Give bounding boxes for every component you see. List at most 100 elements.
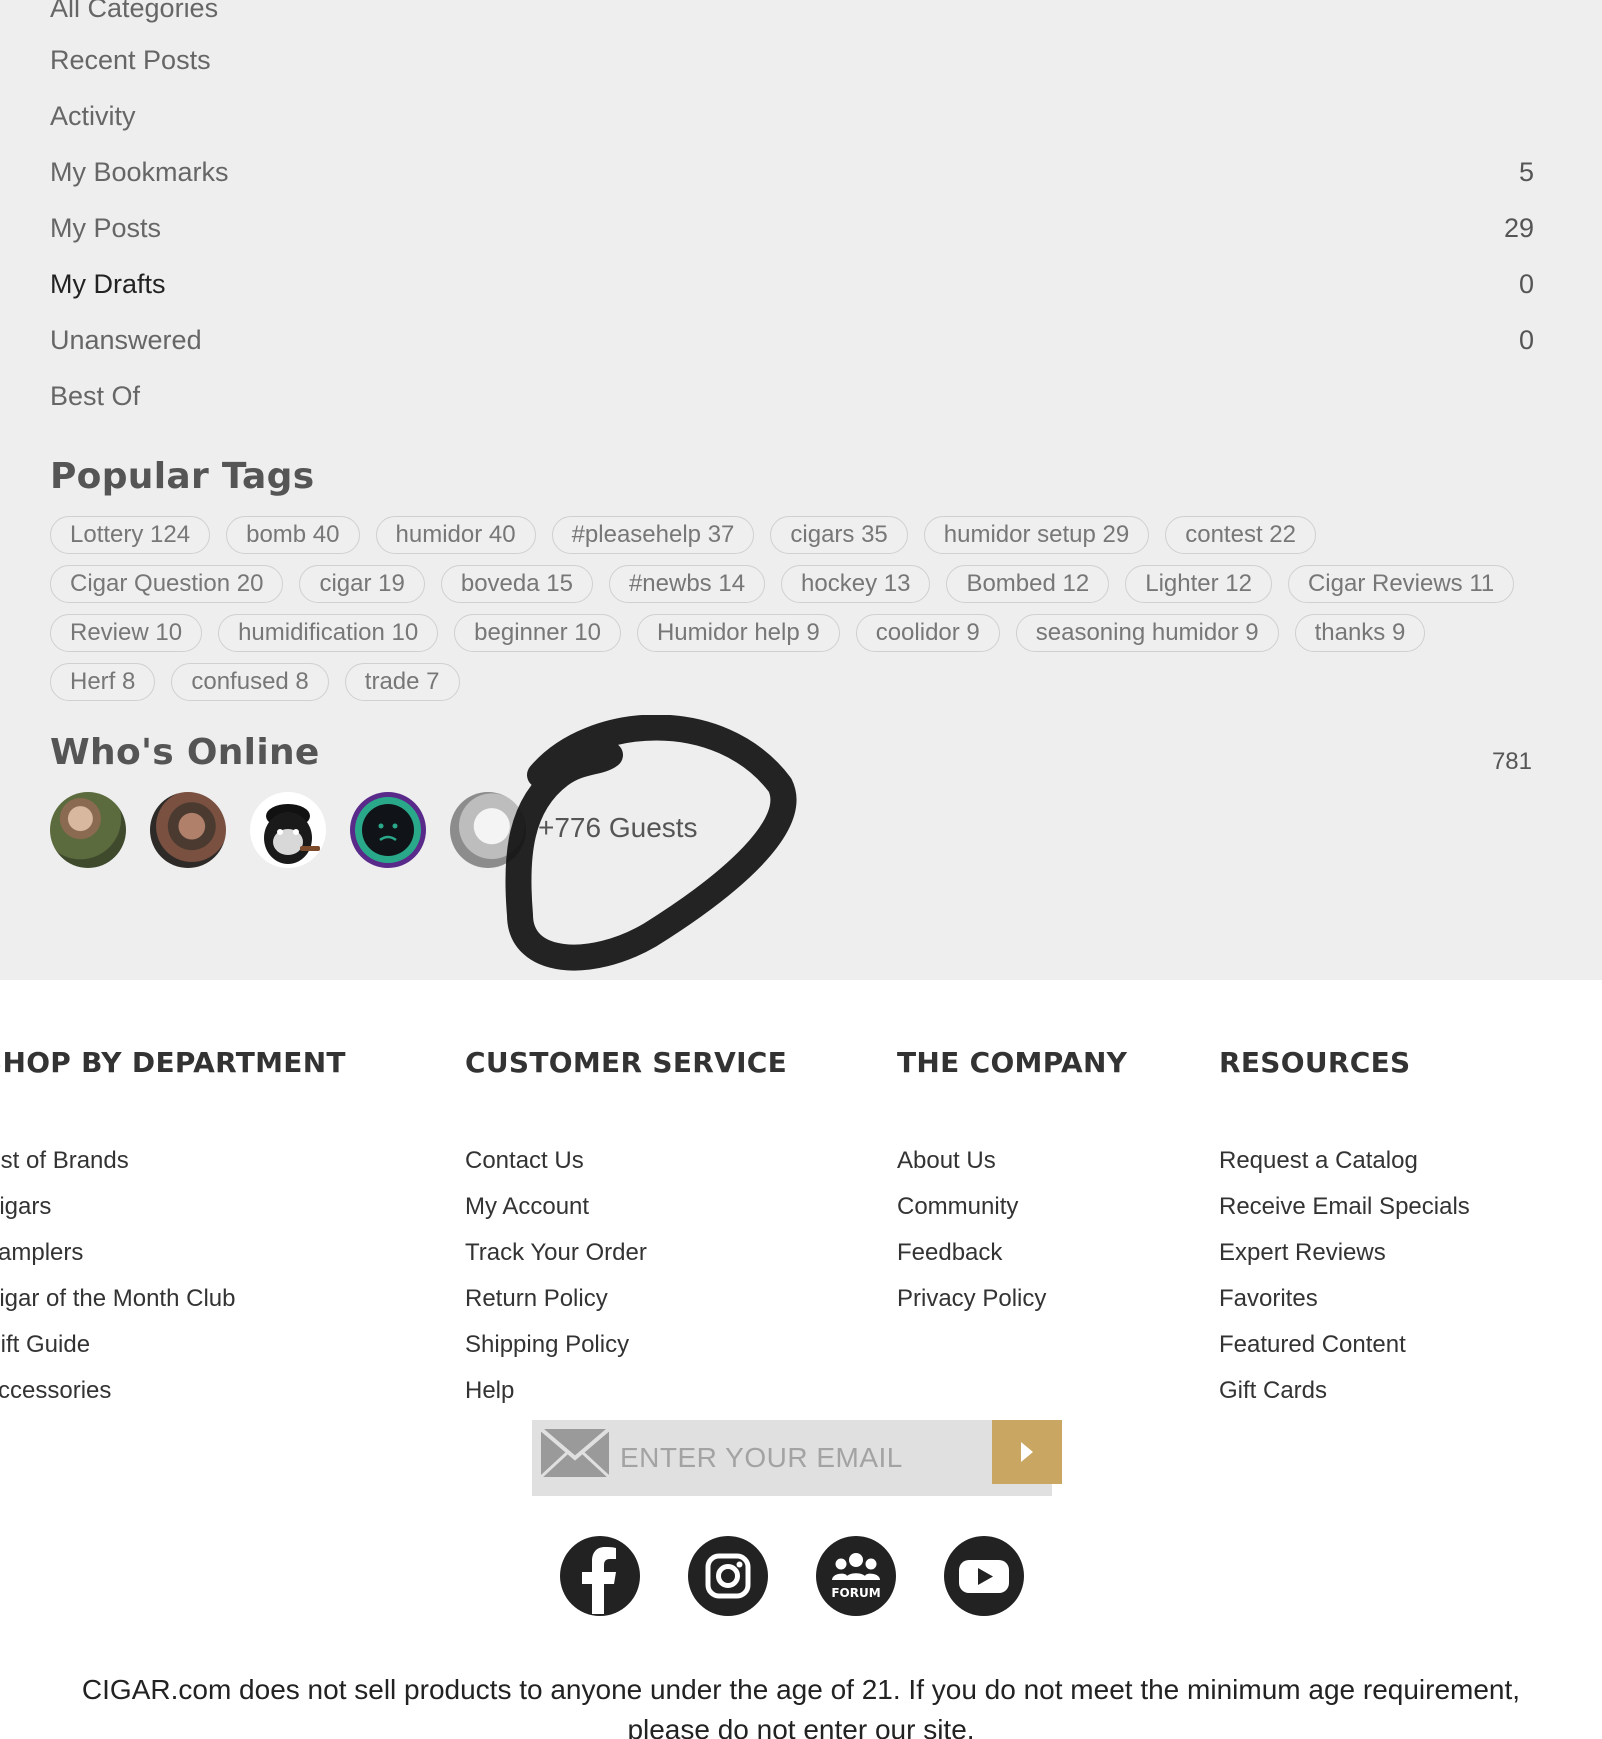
footer-links: About Us Community Feedback Privacy Poli… bbox=[897, 1146, 1046, 1330]
tag-chip[interactable]: hockey 13 bbox=[781, 565, 931, 603]
nav-item-my-posts[interactable]: My Posts 29 bbox=[50, 208, 1534, 248]
footer-link[interactable]: Gift Guide bbox=[0, 1330, 235, 1376]
footer-link[interactable]: Expert Reviews bbox=[1219, 1238, 1470, 1284]
nav-item-unanswered[interactable]: Unanswered 0 bbox=[50, 320, 1534, 360]
tag-chip[interactable]: Review 10 bbox=[50, 614, 203, 652]
nav-item-label: Best Of bbox=[50, 380, 141, 411]
footer-link[interactable]: My Account bbox=[465, 1192, 647, 1238]
tag-chip[interactable]: coolidor 9 bbox=[855, 614, 1000, 652]
instagram-link[interactable] bbox=[688, 1536, 768, 1616]
nav-item-my-bookmarks[interactable]: My Bookmarks 5 bbox=[50, 152, 1534, 192]
nav-item-count: 29 bbox=[1503, 212, 1534, 243]
tag-chip[interactable]: cigar 19 bbox=[299, 565, 425, 603]
hand-drawn-circle-annotation bbox=[505, 715, 797, 971]
tag-row: Lottery 124 bomb 40 humidor 40 #pleasehe… bbox=[50, 516, 1550, 554]
tag-chip[interactable]: seasoning humidor 9 bbox=[1015, 614, 1279, 652]
tag-chip[interactable]: boveda 15 bbox=[440, 565, 593, 603]
forum-icon: FORUM bbox=[831, 1553, 881, 1600]
footer-col-title: RESOURCES bbox=[1219, 1046, 1411, 1079]
footer-link[interactable]: Return Policy bbox=[465, 1284, 647, 1330]
footer-links: List of Brands Cigars Samplers Cigar of … bbox=[0, 1146, 235, 1422]
footer-link[interactable]: List of Brands bbox=[0, 1146, 235, 1192]
footer-link[interactable]: Gift Cards bbox=[1219, 1376, 1470, 1422]
nav-item-label: Activity bbox=[50, 100, 136, 131]
avatar[interactable] bbox=[50, 792, 126, 868]
avatar[interactable] bbox=[250, 792, 326, 868]
nav-item-my-drafts[interactable]: My Drafts 0 bbox=[50, 264, 1534, 304]
nav-item-all-categories[interactable]: All Categories bbox=[50, 0, 1534, 28]
youtube-icon bbox=[959, 1560, 1009, 1593]
facebook-link[interactable] bbox=[560, 1536, 640, 1616]
tag-row: Cigar Question 20 cigar 19 boveda 15 #ne… bbox=[50, 565, 1550, 603]
instagram-icon bbox=[705, 1553, 751, 1599]
footer-link[interactable]: Request a Catalog bbox=[1219, 1146, 1470, 1192]
social-links: FORUM bbox=[560, 1536, 1024, 1616]
tag-chip[interactable]: #newbs 14 bbox=[608, 565, 766, 603]
footer-link[interactable]: Feedback bbox=[897, 1238, 1046, 1284]
nav-item-label: Unanswered bbox=[50, 324, 202, 355]
newsletter-form bbox=[532, 1420, 1052, 1496]
tag-chip[interactable]: Lighter 12 bbox=[1125, 565, 1272, 603]
footer-link[interactable]: Receive Email Specials bbox=[1219, 1192, 1470, 1238]
footer-col-resources: RESOURCES Request a Catalog Receive Emai… bbox=[1219, 1046, 1470, 1404]
popular-tags-title: Popular Tags bbox=[50, 456, 315, 497]
nav-item-count: 0 bbox=[1518, 268, 1534, 299]
footer-link[interactable]: Cigar of the Month Club bbox=[0, 1284, 235, 1330]
nav-item-recent-posts[interactable]: Recent Posts bbox=[50, 40, 1534, 80]
email-input[interactable] bbox=[620, 1420, 1020, 1496]
tag-chip[interactable]: humidification 10 bbox=[218, 614, 439, 652]
tag-chip[interactable]: Cigar Question 20 bbox=[50, 565, 284, 603]
footer-col-service: CUSTOMER SERVICE Contact Us My Account T… bbox=[465, 1046, 787, 1404]
tag-chip[interactable]: trade 7 bbox=[344, 663, 460, 701]
footer-link[interactable]: Contact Us bbox=[465, 1146, 647, 1192]
tag-chip[interactable]: Humidor help 9 bbox=[636, 614, 840, 652]
tag-chip[interactable]: beginner 10 bbox=[454, 614, 621, 652]
footer-link[interactable]: Help bbox=[465, 1376, 647, 1422]
footer-link[interactable]: About Us bbox=[897, 1146, 1046, 1192]
tag-chip[interactable]: Bombed 12 bbox=[946, 565, 1110, 603]
nav-item-activity[interactable]: Activity bbox=[50, 96, 1534, 136]
avatar[interactable] bbox=[350, 792, 426, 868]
footer-link[interactable]: Accessories bbox=[0, 1376, 235, 1422]
footer-link[interactable]: Favorites bbox=[1219, 1284, 1470, 1330]
email-submit-button[interactable] bbox=[992, 1420, 1062, 1484]
footer-link[interactable]: Featured Content bbox=[1219, 1330, 1470, 1376]
forum-sidebar-panel: All Categories Recent Posts Activity My … bbox=[0, 0, 1602, 980]
footer-link[interactable]: Samplers bbox=[0, 1238, 235, 1284]
nav-item-label: All Categories bbox=[50, 0, 219, 23]
nav-item-label: My Drafts bbox=[50, 268, 166, 299]
footer-link[interactable]: Community bbox=[897, 1192, 1046, 1238]
tag-chip[interactable]: bomb 40 bbox=[226, 516, 360, 554]
footer-links: Request a Catalog Receive Email Specials… bbox=[1219, 1146, 1470, 1422]
footer-link[interactable]: Shipping Policy bbox=[465, 1330, 647, 1376]
tag-chip[interactable]: Herf 8 bbox=[50, 663, 156, 701]
youtube-link[interactable] bbox=[944, 1536, 1024, 1616]
footer-col-title: SHOP BY DEPARTMENT bbox=[0, 1046, 346, 1079]
tag-chip[interactable]: cigars 35 bbox=[770, 516, 908, 554]
footer-col-title: THE COMPANY bbox=[897, 1046, 1128, 1079]
tag-row: Review 10 humidification 10 beginner 10 … bbox=[50, 614, 1550, 652]
tag-chip[interactable]: humidor setup 29 bbox=[923, 516, 1150, 554]
footer-col-shop: SHOP BY DEPARTMENT List of Brands Cigars… bbox=[0, 1046, 346, 1404]
avatar[interactable] bbox=[150, 792, 226, 868]
tag-chip[interactable]: #pleasehelp 37 bbox=[551, 516, 755, 554]
nav-item-count: 5 bbox=[1518, 156, 1534, 187]
footer-link[interactable]: Cigars bbox=[0, 1192, 235, 1238]
tag-chip[interactable]: Lottery 124 bbox=[50, 516, 211, 554]
whos-online-title: Who's Online bbox=[50, 732, 320, 773]
footer-link[interactable]: Privacy Policy bbox=[897, 1284, 1046, 1330]
age-disclaimer: CIGAR.com does not sell products to anyo… bbox=[81, 1674, 1521, 1739]
tag-chip[interactable]: contest 22 bbox=[1165, 516, 1316, 554]
tag-chip[interactable]: Cigar Reviews 11 bbox=[1287, 565, 1515, 603]
tag-chip[interactable]: thanks 9 bbox=[1294, 614, 1426, 652]
tag-chip[interactable]: humidor 40 bbox=[375, 516, 536, 554]
footer-links: Contact Us My Account Track Your Order R… bbox=[465, 1146, 647, 1422]
footer-link[interactable]: Track Your Order bbox=[465, 1238, 647, 1284]
forum-link[interactable]: FORUM bbox=[816, 1536, 896, 1616]
forum-label: FORUM bbox=[831, 1586, 880, 1600]
nav-item-best-of[interactable]: Best Of bbox=[50, 376, 1534, 416]
envelope-icon bbox=[540, 1428, 610, 1478]
tag-chip[interactable]: confused 8 bbox=[171, 663, 329, 701]
facebook-icon bbox=[582, 1547, 616, 1614]
nav-item-label: My Posts bbox=[50, 212, 162, 243]
